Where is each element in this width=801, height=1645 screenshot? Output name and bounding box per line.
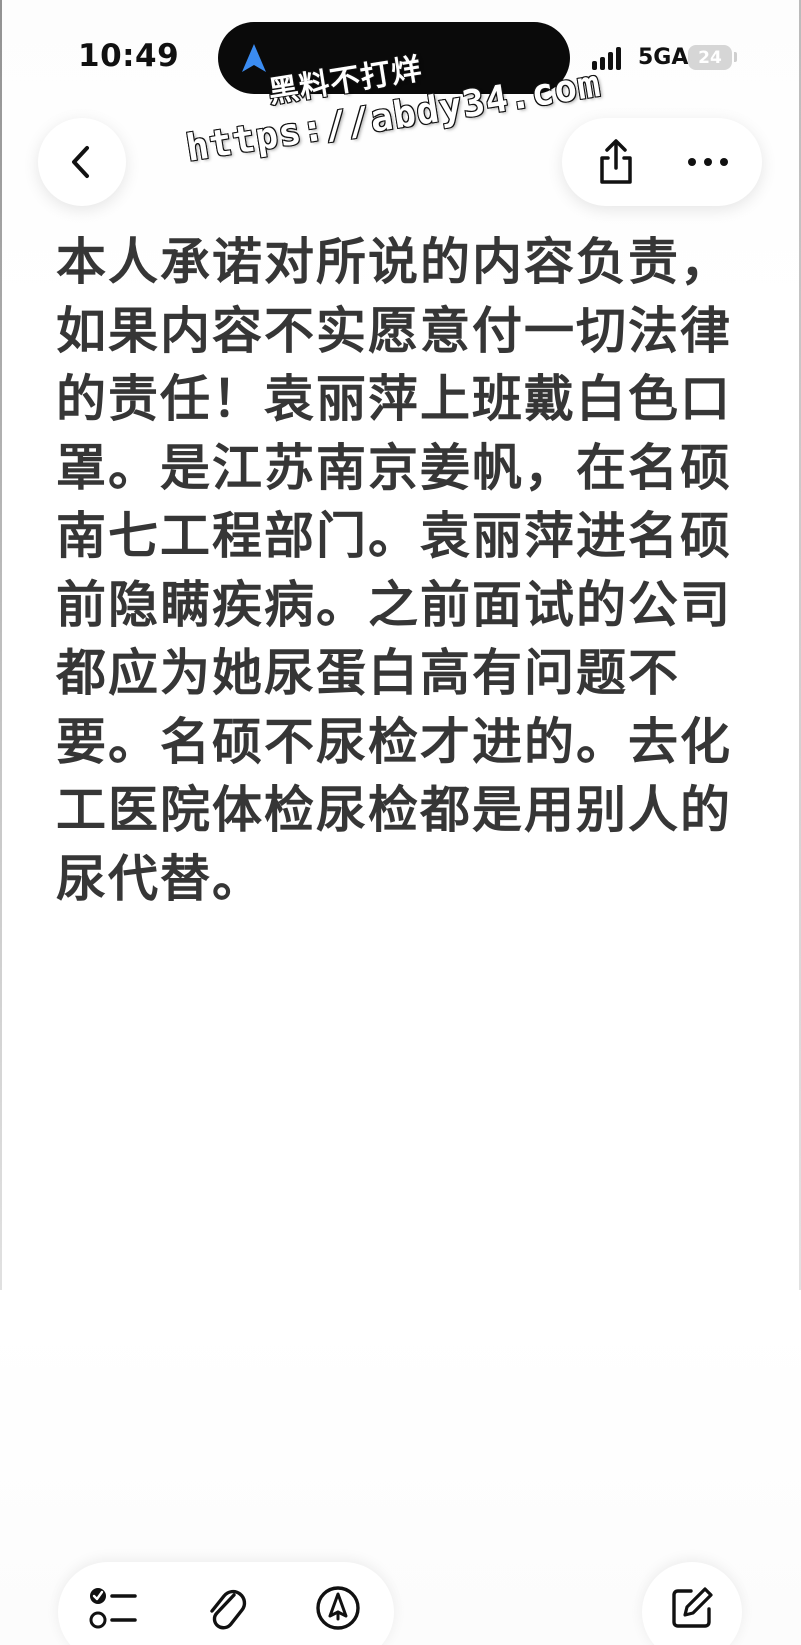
share-icon bbox=[600, 139, 632, 184]
chevron-left-icon bbox=[72, 146, 89, 178]
checklist-button[interactable] bbox=[84, 1578, 144, 1638]
nav-actions bbox=[562, 118, 762, 206]
status-time: 10:49 bbox=[78, 38, 180, 74]
bottom-toolbar bbox=[58, 1562, 394, 1645]
attach-button[interactable] bbox=[196, 1578, 256, 1638]
dynamic-island bbox=[218, 22, 570, 94]
back-button[interactable] bbox=[38, 118, 126, 206]
signal-icon bbox=[592, 46, 621, 70]
markup-button[interactable] bbox=[308, 1578, 368, 1638]
network-type: 5GA bbox=[638, 45, 689, 70]
battery-icon: 24 bbox=[688, 45, 732, 70]
checklist-icon bbox=[89, 1588, 137, 1629]
more-icon bbox=[688, 158, 728, 166]
battery-level: 24 bbox=[698, 47, 722, 68]
markup-icon bbox=[316, 1586, 360, 1630]
compose-button[interactable] bbox=[642, 1562, 742, 1645]
compose-icon bbox=[672, 1587, 713, 1628]
screen-edge-left bbox=[0, 0, 2, 1290]
note-body-text[interactable]: 本人承诺对所说的内容负责，如果内容不实愿意付一切法律的责任！袁丽萍上班戴白色口罩… bbox=[56, 228, 746, 913]
location-arrow-icon bbox=[242, 44, 266, 72]
battery-cap bbox=[734, 52, 737, 62]
share-button[interactable] bbox=[586, 132, 646, 192]
more-button[interactable] bbox=[678, 132, 738, 192]
notes-screen: 10:49 5GA 24 黑料不打烊 https://abdy34.com 本人… bbox=[0, 0, 801, 1645]
paperclip-icon bbox=[210, 1589, 247, 1630]
